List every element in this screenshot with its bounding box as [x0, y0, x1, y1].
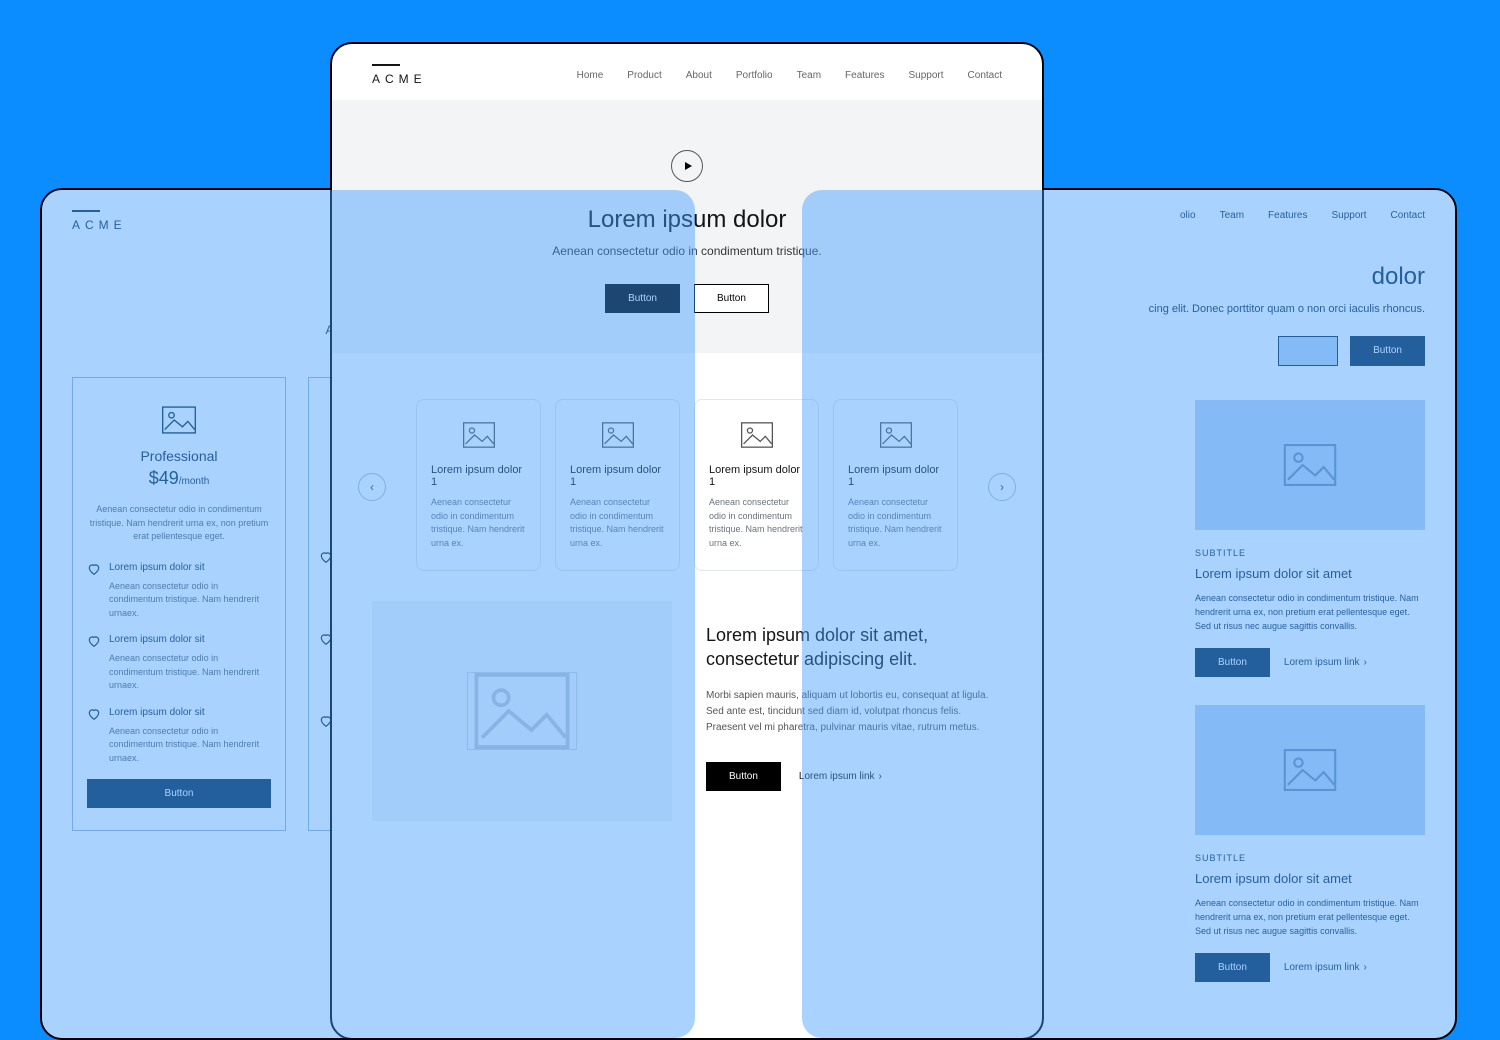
card-button[interactable]: Button	[1195, 648, 1270, 677]
nav-link[interactable]: Home	[577, 70, 604, 81]
nav-link[interactable]: Support	[1332, 210, 1367, 221]
card-title: Lorem ipsum dolor 1	[570, 464, 665, 488]
plan-feature: Lorem ipsum dolor sit	[109, 634, 205, 648]
hero-secondary-button[interactable]: Button	[694, 284, 769, 313]
feature-body: Morbi sapien mauris, aliquam ut lobortis…	[706, 688, 1002, 736]
nav: olio Team Features Support Contact	[1180, 210, 1425, 221]
plan-feature-detail: Aenean consectetur odio in condimentum t…	[109, 580, 271, 621]
card-body: Aenean consectetur odio in condimentum t…	[1195, 591, 1425, 634]
image-placeholder	[1195, 400, 1425, 530]
image-placeholder-icon	[467, 672, 577, 750]
nav-link[interactable]: Contact	[968, 70, 1002, 81]
plan-feature: Lorem ipsum dolor sit	[109, 707, 205, 721]
plan-button[interactable]: Button	[87, 779, 271, 808]
plan-price: $49/month	[87, 468, 271, 489]
card-title: Lorem ipsum dolor 1	[431, 464, 526, 488]
feature-card: SUBTITLE Lorem ipsum dolor sit amet Aene…	[1195, 400, 1425, 677]
feature-button[interactable]: Button	[706, 762, 781, 791]
heart-icon	[87, 707, 101, 721]
hero-button[interactable]: Button	[1350, 336, 1425, 366]
plan-feature-detail: Aenean consectetur odio in condimentum t…	[109, 652, 271, 693]
feature-card: SUBTITLE Lorem ipsum dolor sit amet Aene…	[1195, 705, 1425, 982]
card-link[interactable]: Lorem ipsum link›	[1284, 657, 1367, 668]
carousel-next-button[interactable]: ›	[988, 473, 1016, 501]
carousel-card: Lorem ipsum dolor 1 Aenean consectetur o…	[416, 399, 541, 571]
card-title: Lorem ipsum dolor 1	[709, 464, 804, 488]
feature-link[interactable]: Lorem ipsum link›	[799, 771, 882, 782]
card-subtitle: SUBTITLE	[1195, 548, 1425, 558]
nav-link[interactable]: Features	[845, 70, 884, 81]
image-placeholder-icon	[602, 422, 634, 448]
nav-link[interactable]: Portfolio	[736, 70, 773, 81]
nav-link[interactable]: Team	[797, 70, 821, 81]
card-title: Lorem ipsum dolor 1	[848, 464, 943, 488]
nav-link[interactable]: About	[686, 70, 712, 81]
nav-link[interactable]: olio	[1180, 210, 1196, 221]
template-preview-center: ACME Home Product About Portfolio Team F…	[330, 42, 1044, 1040]
nav-link[interactable]: Team	[1220, 210, 1244, 221]
heart-icon	[87, 634, 101, 648]
heart-icon	[87, 562, 101, 576]
pricing-plan: Professional $49/month Aenean consectetu…	[72, 377, 286, 831]
hero-title: Lorem ipsum dolor	[372, 206, 1002, 234]
card-body: Aenean consectetur odio in condimentum t…	[709, 496, 804, 550]
logo: ACME	[72, 210, 127, 232]
input-placeholder[interactable]	[1278, 336, 1338, 366]
card-body: Aenean consectetur odio in condimentum t…	[1195, 896, 1425, 939]
hero-subtitle: Aenean consectetur odio in condimentum t…	[372, 244, 1002, 258]
image-placeholder-icon	[162, 406, 196, 434]
image-placeholder-icon	[741, 422, 773, 448]
nav-link[interactable]: Support	[909, 70, 944, 81]
feature-section: Lorem ipsum dolor sit amet, consectetur …	[332, 601, 1042, 861]
card-body: Aenean consectetur odio in condimentum t…	[848, 496, 943, 550]
carousel-prev-button[interactable]: ‹	[358, 473, 386, 501]
carousel-card: Lorem ipsum dolor 1 Aenean consectetur o…	[694, 399, 819, 571]
play-icon[interactable]	[671, 150, 703, 182]
card-carousel: Lorem ipsum dolor 1 Aenean consectetur o…	[372, 399, 1002, 571]
hero: Lorem ipsum dolor Aenean consectetur odi…	[332, 100, 1042, 353]
card-body: Aenean consectetur odio in condimentum t…	[431, 496, 526, 550]
image-placeholder	[1195, 705, 1425, 835]
card-body: Aenean consectetur odio in condimentum t…	[570, 496, 665, 550]
image-placeholder-icon	[463, 422, 495, 448]
plan-feature: Lorem ipsum dolor sit	[109, 562, 205, 576]
hero-primary-button[interactable]: Button	[605, 284, 680, 313]
card-title: Lorem ipsum dolor sit amet	[1195, 871, 1425, 886]
card-subtitle: SUBTITLE	[1195, 853, 1425, 863]
plan-feature-detail: Aenean consectetur odio in condimentum t…	[109, 725, 271, 766]
nav: Home Product About Portfolio Team Featur…	[577, 70, 1002, 81]
nav-link[interactable]: Contact	[1391, 210, 1425, 221]
plan-name: Professional	[87, 448, 271, 464]
nav-link[interactable]: Product	[627, 70, 661, 81]
nav-link[interactable]: Features	[1268, 210, 1307, 221]
card-link[interactable]: Lorem ipsum link›	[1284, 962, 1367, 973]
plan-desc: Aenean consectetur odio in condimentum t…	[87, 503, 271, 544]
feature-image	[372, 601, 672, 821]
carousel-card: Lorem ipsum dolor 1 Aenean consectetur o…	[555, 399, 680, 571]
card-button[interactable]: Button	[1195, 953, 1270, 982]
carousel-card: Lorem ipsum dolor 1 Aenean consectetur o…	[833, 399, 958, 571]
feature-title: Lorem ipsum dolor sit amet, consectetur …	[706, 623, 1002, 672]
logo: ACME	[372, 64, 427, 86]
card-title: Lorem ipsum dolor sit amet	[1195, 566, 1425, 581]
image-placeholder-icon	[880, 422, 912, 448]
